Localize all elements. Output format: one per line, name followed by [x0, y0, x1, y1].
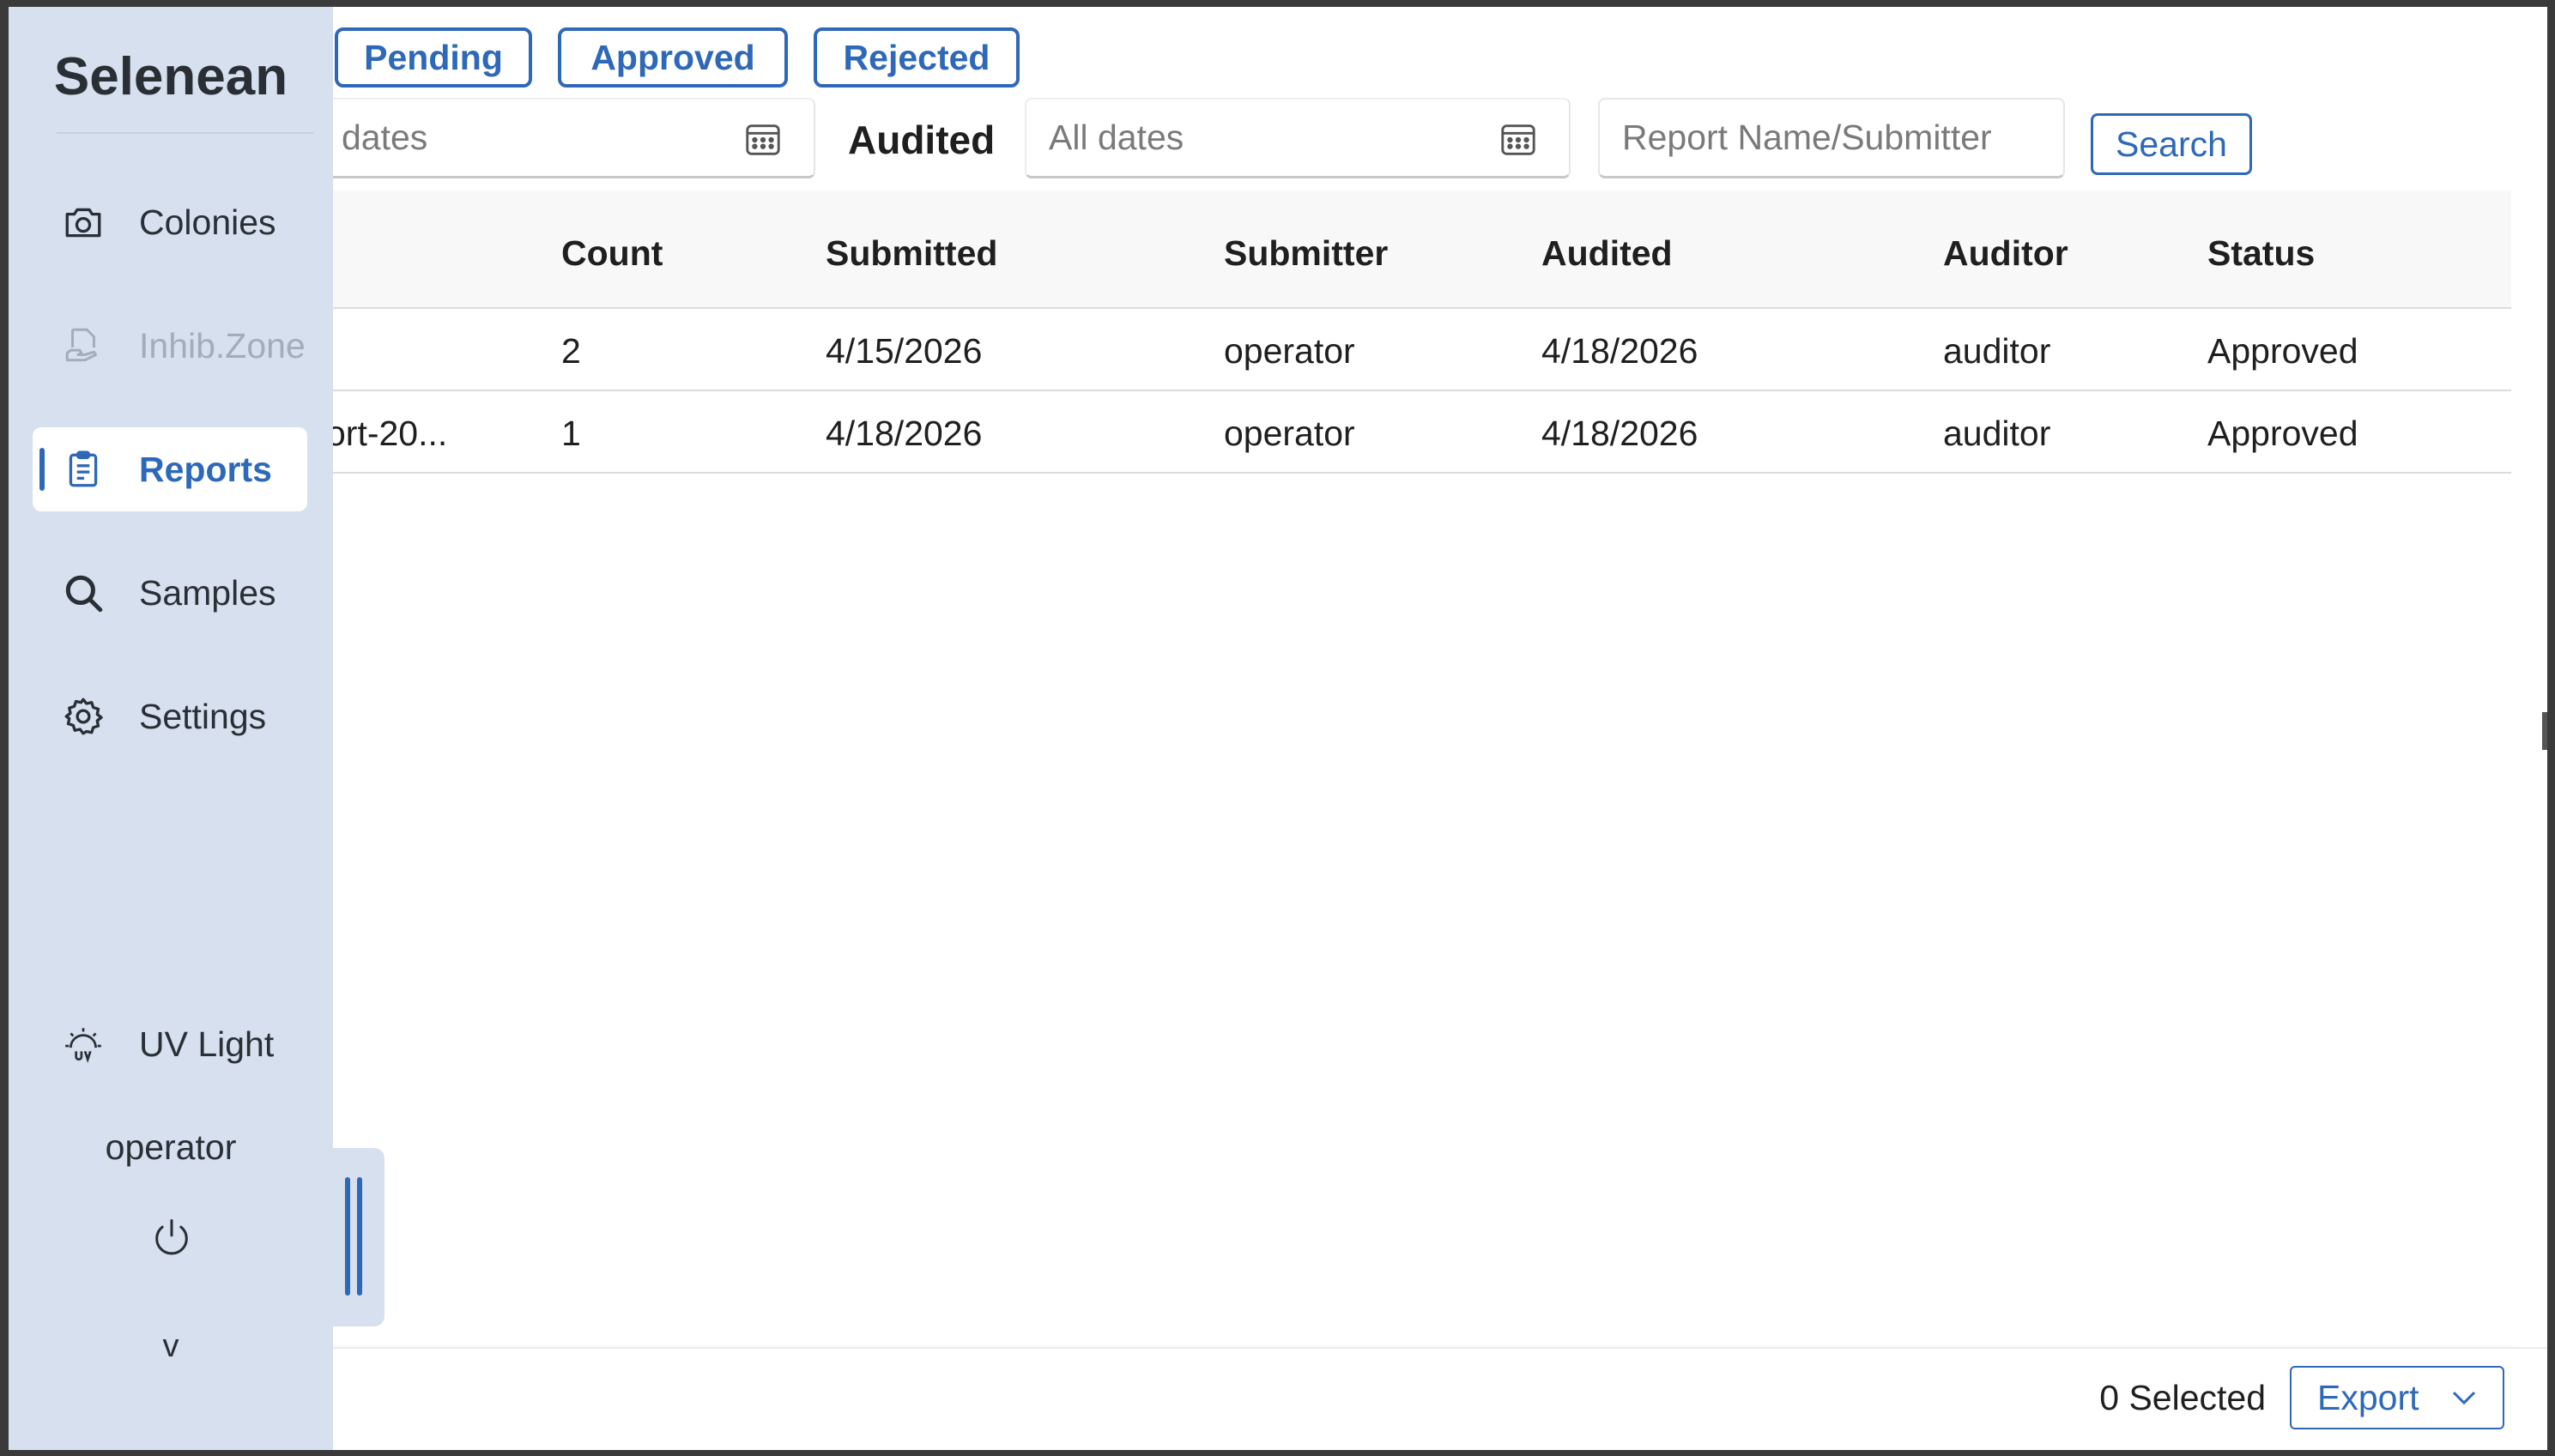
audited-date-placeholder: All dates	[1049, 118, 1184, 157]
cell-count: 1	[561, 414, 581, 453]
export-button[interactable]: Export	[2290, 1366, 2504, 1429]
sidebar: Selenean Colonies Inhib.Zone Reports Sam…	[9, 7, 333, 1450]
audited-date-input[interactable]: All dates	[1025, 98, 1571, 178]
cell-submitted: 4/15/2026	[826, 331, 983, 371]
cell-submitted: 4/18/2026	[826, 414, 983, 453]
submitted-date-text: dates	[342, 118, 428, 157]
sidebar-item-label: Colonies	[139, 202, 276, 242]
handle-grip	[357, 1177, 362, 1296]
sidebar-item-label: Inhib.Zone	[139, 325, 306, 366]
power-icon[interactable]	[149, 1215, 194, 1260]
app-logo-text: Selenean	[53, 47, 288, 106]
cell-count: 2	[561, 331, 581, 371]
sidebar-item-settings[interactable]: Settings	[33, 674, 307, 758]
chevron-down-icon	[2452, 1391, 2476, 1405]
column-header-submitter[interactable]: Submitter	[1224, 233, 1388, 274]
sidebar-item-inhib-zone[interactable]: Inhib.Zone	[33, 304, 307, 388]
cell-audited: 4/18/2026	[1541, 414, 1698, 453]
search-placeholder: Report Name/Submitter	[1622, 118, 1992, 157]
uv-light-label: UV Light	[139, 1024, 275, 1064]
audited-label: Audited	[848, 118, 996, 162]
calendar-icon[interactable]	[1498, 120, 1538, 160]
cell-submitter: operator	[1224, 331, 1355, 371]
column-header-status[interactable]: Status	[2207, 233, 2315, 274]
sidebar-item-samples[interactable]: Samples	[33, 551, 307, 635]
window-resize-grip[interactable]	[2542, 712, 2547, 750]
export-label: Export	[2317, 1377, 2419, 1417]
column-header-count[interactable]: Count	[561, 233, 663, 274]
sidebar-item-label: Settings	[139, 696, 267, 736]
sidebar-divider	[57, 132, 314, 134]
tab-rejected[interactable]: Rejected	[814, 27, 1020, 88]
reports-table: Count Submitted Submitter Audited Audito…	[9, 190, 2511, 474]
camera-icon	[65, 208, 101, 238]
status-tabs: Pending Approved Rejected	[335, 27, 1020, 88]
search-input[interactable]: Report Name/Submitter	[1598, 98, 2065, 178]
app-window: Pending Approved Rejected dates Audited …	[9, 7, 2547, 1450]
sidebar-item-reports[interactable]: Reports	[33, 427, 307, 511]
submitted-date-input[interactable]: dates	[318, 98, 815, 178]
table-header: Count Submitted Submitter Audited Audito…	[9, 190, 2511, 309]
selected-count: 0 Selected	[2099, 1378, 2266, 1417]
cell-audited: 4/18/2026	[1541, 331, 1698, 371]
tab-approved[interactable]: Approved	[558, 27, 788, 88]
column-header-auditor[interactable]: Auditor	[1943, 233, 2068, 274]
cell-auditor: auditor	[1943, 414, 2051, 453]
current-user: operator	[105, 1127, 237, 1167]
cell-status: Approved	[2207, 414, 2358, 453]
cell-auditor: auditor	[1943, 331, 2051, 371]
sidebar-item-label: Samples	[139, 572, 276, 613]
cell-submitter: operator	[1224, 414, 1355, 453]
search-button[interactable]: Search	[2091, 113, 2252, 175]
column-header-audited[interactable]: Audited	[1541, 233, 1673, 274]
handle-grip	[345, 1177, 350, 1296]
version-label: v	[162, 1328, 179, 1364]
clipboard-icon	[69, 450, 98, 487]
table-footer: 0 Selected Export	[9, 1347, 2547, 1450]
search-icon	[65, 575, 103, 613]
calendar-icon[interactable]	[743, 120, 783, 160]
sidebar-collapse-handle[interactable]	[333, 1148, 384, 1326]
column-header-submitted[interactable]: Submitted	[826, 233, 997, 274]
filter-row: dates Audited All dates Report Name/Subm…	[318, 98, 2547, 184]
gear-icon	[64, 698, 103, 735]
sidebar-item-label: Reports	[139, 449, 272, 489]
uv-light-icon	[65, 1028, 101, 1063]
document-hand-icon	[65, 328, 98, 362]
table-row[interactable]: 2 4/15/2026 operator 4/18/2026 auditor A…	[9, 309, 2511, 391]
cell-status: Approved	[2207, 331, 2358, 371]
sidebar-item-colonies[interactable]: Colonies	[33, 180, 307, 264]
uv-light-toggle[interactable]: UV Light	[33, 1002, 307, 1086]
tab-pending[interactable]: Pending	[335, 27, 532, 88]
table-row[interactable]: ort-20... 1 4/18/2026 operator 4/18/2026…	[9, 391, 2511, 474]
cell-name: ort-20...	[326, 414, 448, 453]
